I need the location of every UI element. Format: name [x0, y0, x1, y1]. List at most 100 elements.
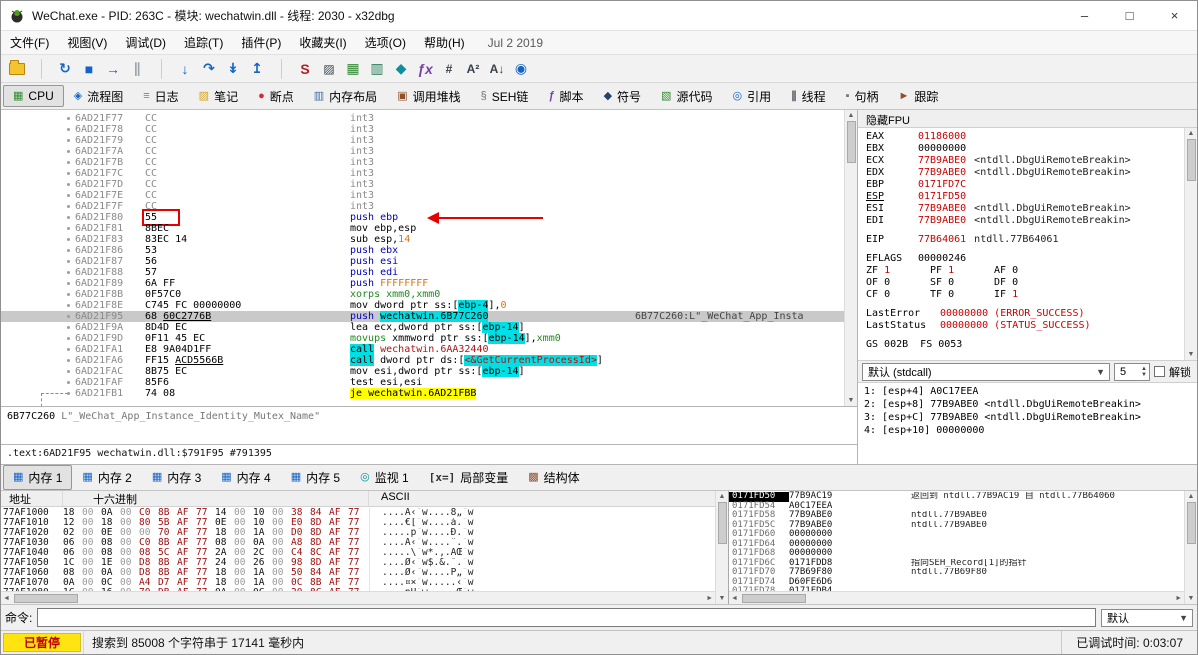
flag[interactable]: SF 0: [930, 277, 994, 289]
segment-registers-row[interactable]: GS 002B FS 0053: [866, 339, 1184, 351]
tab-dump-5[interactable]: ▦ 内存 5: [281, 465, 350, 490]
close-button[interactable]: ×: [1152, 1, 1197, 30]
dump-hscrollbar[interactable]: ◄ ►: [1, 591, 715, 604]
menu-file[interactable]: 文件(F): [1, 31, 58, 54]
tab-dump-1[interactable]: ▦ 内存 1: [3, 465, 73, 490]
stack-vscrollbar[interactable]: ▲ ▼: [1184, 491, 1197, 604]
breakpoint-dot[interactable]: [67, 128, 70, 131]
flag[interactable]: TF 0: [930, 289, 994, 301]
breakpoint-dot[interactable]: [67, 150, 70, 153]
breakpoint-dot[interactable]: [67, 392, 70, 395]
breakpoint-dot[interactable]: [67, 227, 70, 230]
breakpoint-dot[interactable]: [67, 205, 70, 208]
disasm-row[interactable]: 6AD21F89 6A FF push FFFFFFFF: [1, 278, 844, 289]
menu-plugins[interactable]: 插件(P): [232, 31, 290, 54]
disasm-row[interactable]: 6AD21F7C CC int3: [1, 168, 844, 179]
stack-hscrollbar[interactable]: ◄ ►: [729, 591, 1184, 604]
dump-vscrollbar[interactable]: ▲ ▼: [715, 491, 728, 604]
disasm-row[interactable]: 6AD21FAC 8B75 EC mov esi,dword ptr ss:[e…: [1, 366, 844, 377]
disasm-row[interactable]: 6AD21F7D CC int3: [1, 179, 844, 190]
scroll-up-arrow[interactable]: ▲: [846, 110, 857, 121]
argument-row[interactable]: 1: [esp+4] A0C17EEA: [864, 385, 1197, 398]
step-out-button[interactable]: ↥: [245, 57, 269, 81]
disasm-row[interactable]: 6AD21FA1 E8 9A04D1FF call wechatwin.6AA3…: [1, 344, 844, 355]
unlock-checkbox[interactable]: 解锁: [1154, 364, 1193, 380]
disasm-row[interactable]: 6AD21F78 CC int3: [1, 124, 844, 135]
breakpoint-dot[interactable]: [67, 238, 70, 241]
open-file-button[interactable]: [5, 57, 29, 81]
maximize-button[interactable]: □: [1107, 1, 1152, 30]
flag[interactable]: ZF 1: [866, 265, 930, 277]
tab-threads[interactable]: ∥ 线程: [781, 84, 836, 109]
disasm-row[interactable]: 6AD21F95 68 60C2776B push wechatwin.6B77…: [1, 311, 844, 322]
tab-seh[interactable]: § SEH链: [471, 84, 539, 109]
argument-row[interactable]: 3: [esp+C] 77B9ABE0 <ntdll.DbgUiRemoteBr…: [864, 411, 1197, 424]
disasm-row[interactable]: 6AD21F87 56 push esi: [1, 256, 844, 267]
register-row[interactable]: EBX 00000000: [866, 143, 1184, 155]
tab-references[interactable]: ◎ 引用: [722, 84, 781, 109]
breakpoint-dot[interactable]: [67, 282, 70, 285]
command-scope-select[interactable]: 默认 ▼: [1101, 608, 1193, 627]
tab-struct[interactable]: ▩ 结构体: [518, 465, 589, 490]
breakpoint-dot[interactable]: [67, 249, 70, 252]
breakpoint-dot[interactable]: [67, 370, 70, 373]
breakpoint-dot[interactable]: [67, 326, 70, 329]
memory-chip-button[interactable]: ▥: [365, 57, 389, 81]
disasm-row[interactable]: 6AD21FAF 85F6 test esi,esi: [1, 377, 844, 388]
register-row-eflags[interactable]: EFLAGS 00000246: [866, 253, 1184, 265]
last-error-row[interactable]: LastError 00000000 (ERROR_SUCCESS): [866, 308, 1184, 320]
breakpoint-dot[interactable]: [67, 260, 70, 263]
flag[interactable]: PF 1: [930, 265, 994, 277]
last-status-row[interactable]: LastStatus 00000000 (STATUS_SUCCESS): [866, 320, 1184, 332]
breakpoint-dot[interactable]: [67, 216, 70, 219]
disasm-row[interactable]: 6AD21FA6 FF15 ACD5566B call dword ptr ds…: [1, 355, 844, 366]
disasm-row[interactable]: 6AD21F8B 0F57C0 xorps xmm0,xmm0: [1, 289, 844, 300]
breakpoint-dot[interactable]: [67, 381, 70, 384]
seh-shield-button[interactable]: ◆: [389, 57, 413, 81]
breakpoint-dot[interactable]: [67, 161, 70, 164]
disasm-row[interactable]: 6AD21FB1 74 08 je wechatwin.6AD21FBB: [1, 388, 844, 399]
register-row-eip[interactable]: EIP 77B64061 ntdll.77B64061: [866, 234, 1184, 246]
breakpoint-dot[interactable]: [67, 172, 70, 175]
minimize-button[interactable]: –: [1062, 1, 1107, 30]
flag[interactable]: DF 0: [994, 277, 1058, 289]
menu-options[interactable]: 选项(O): [356, 31, 415, 54]
disasm-scrollbar[interactable]: ▲ ▼: [844, 110, 857, 406]
disasm-row[interactable]: 6AD21F7E CC int3: [1, 190, 844, 201]
flag[interactable]: CF 0: [866, 289, 930, 301]
disasm-row[interactable]: 6AD21F81 8BEC mov ebp,esp: [1, 223, 844, 234]
pause-button[interactable]: ∥: [125, 57, 149, 81]
breakpoint-dot[interactable]: [67, 337, 70, 340]
breakpoint-dot[interactable]: [67, 293, 70, 296]
disasm-row[interactable]: 6AD21F7F CC int3: [1, 201, 844, 212]
tab-locals[interactable]: [x=] 局部变量: [419, 465, 519, 490]
tab-trace[interactable]: ► 跟踪: [889, 84, 949, 109]
tab-handles[interactable]: ▪ 句柄: [836, 84, 889, 109]
step-over-button[interactable]: ↷: [197, 57, 221, 81]
register-row[interactable]: ECX 77B9ABE0 <ntdll.DbgUiRemoteBreakin>: [866, 155, 1184, 167]
globe-button[interactable]: ◉: [509, 57, 533, 81]
tab-dump-3[interactable]: ▦ 内存 3: [142, 465, 211, 490]
flag[interactable]: IF 1: [994, 289, 1058, 301]
scroll-thumb[interactable]: [846, 121, 856, 163]
register-row[interactable]: EDX 77B9ABE0 <ntdll.DbgUiRemoteBreakin>: [866, 167, 1184, 179]
toolbar-separator[interactable]: [149, 57, 173, 81]
stop-button[interactable]: ■: [77, 57, 101, 81]
tab-watch-1[interactable]: ◎ 监视 1: [350, 465, 419, 490]
breakpoint-dot[interactable]: [67, 117, 70, 120]
flag[interactable]: OF 0: [866, 277, 930, 289]
register-row[interactable]: EBP 0171FD7C: [866, 179, 1184, 191]
breakpoint-dot[interactable]: [67, 183, 70, 186]
argument-row[interactable]: 4: [esp+10] 00000000: [864, 424, 1197, 437]
menu-favourites[interactable]: 收藏夹(I): [290, 31, 355, 54]
disasm-row[interactable]: 6AD21F77 CC int3: [1, 113, 844, 124]
tab-dump-4[interactable]: ▦ 内存 4: [211, 465, 280, 490]
disasm-row[interactable]: 6AD21F83 83EC 14 sub esp,14: [1, 234, 844, 245]
breakpoint-dot[interactable]: [67, 359, 70, 362]
az-sort-button[interactable]: A↓: [485, 57, 509, 81]
restart-button[interactable]: ↻: [53, 57, 77, 81]
checkbox-box[interactable]: [1154, 366, 1165, 377]
argument-row[interactable]: 2: [esp+8] 77B9ABE0 <ntdll.DbgUiRemoteBr…: [864, 398, 1197, 411]
scylla-button[interactable]: S: [293, 57, 317, 81]
menu-debug[interactable]: 调试(D): [116, 31, 175, 54]
